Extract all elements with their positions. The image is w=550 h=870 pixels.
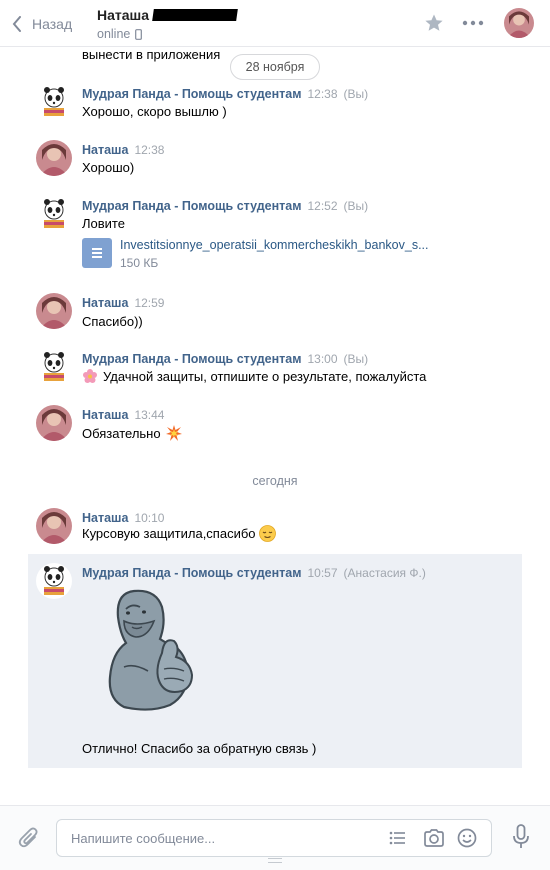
panda-avatar[interactable] [36,84,72,120]
panda-avatar[interactable] [36,196,72,232]
collision-emoji-icon [165,425,182,441]
message-input[interactable]: Напишите сообщение... [56,819,492,857]
message-sender-tag: (Вы) [343,199,369,213]
message-time: 12:38 [134,143,165,157]
camera-icon[interactable] [423,828,445,848]
message-time: 12:38 [307,87,338,101]
file-size: 150 КБ [120,256,159,270]
panda-avatar[interactable] [36,349,72,385]
day-separator: сегодня [252,474,298,488]
star-icon[interactable] [424,13,444,33]
file-attachment[interactable]: Investitsionnye_operatsii_kommercheskikh… [82,238,429,270]
message-author[interactable]: Мудрая Панда - Помощь студентам [82,352,301,366]
message-text: Хорошо) [82,160,135,175]
relieved-face-emoji-icon [258,525,276,542]
message-sender-tag: (Вы) [343,87,369,101]
message-text: Удачной защиты, отпишите о результате, п… [103,368,427,384]
user-avatar[interactable] [36,508,72,544]
message-time: 12:59 [134,296,165,310]
message-text: Спасибо)) [82,314,143,329]
message-sender-tag: (Анастасия Ф.) [343,566,426,580]
back-button[interactable]: Назад [12,12,72,36]
resize-handle[interactable] [268,858,282,863]
message-time: 10:10 [134,511,165,525]
message-time: 12:52 [307,199,338,213]
date-pill[interactable]: 28 ноября [230,54,320,80]
message-author[interactable]: Наташа [82,296,128,310]
message-text: Отлично! Спасибо за обратную связь ) [82,741,317,756]
back-label: Назад [32,16,73,32]
mobile-phone-icon [135,28,143,40]
paperclip-icon[interactable] [18,826,40,850]
message-text: Курсовую защитила,спасибо [82,526,256,541]
more-dots-icon[interactable] [462,13,484,33]
redaction-bar [152,9,238,21]
message-author[interactable]: Мудрая Панда - Помощь студентам [82,199,301,213]
flower-emoji-icon [83,369,97,383]
message-sender-tag: (Вы) [343,352,369,366]
chevron-left-icon [12,16,21,32]
user-avatar[interactable] [36,405,72,441]
peer-avatar[interactable] [504,8,534,38]
user-avatar[interactable] [36,140,72,176]
file-name[interactable]: Investitsionnye_operatsii_kommercheskikh… [120,238,429,252]
message-author[interactable]: Наташа [82,511,128,525]
user-avatar[interactable] [36,293,72,329]
manatee-thumbs-up-sticker [108,589,194,711]
message-text: Ловите [82,216,125,231]
selected-message-highlight [28,554,522,768]
microphone-icon[interactable] [512,824,530,850]
chat-header: Назад Наташа online [0,0,550,47]
message-input-placeholder: Напишите сообщение... [71,831,216,846]
sticker[interactable] [104,587,200,718]
panda-avatar[interactable] [36,563,72,599]
message-author[interactable]: Мудрая Панда - Помощь студентам [82,566,301,580]
message-time: 13:00 [307,352,338,366]
message-time: 13:44 [134,408,165,422]
smile-icon[interactable] [457,828,477,848]
message-author[interactable]: Наташа [82,408,128,422]
message-time: 10:57 [307,566,338,580]
peer-status: online [97,27,131,41]
document-icon [82,238,112,268]
peer-info[interactable]: Наташа online [97,7,238,41]
message-text: вынести в приложения [82,47,221,62]
message-text: Обязательно [82,425,161,441]
message-author[interactable]: Наташа [82,143,128,157]
list-icon[interactable] [389,829,407,847]
peer-name: Наташа [97,7,149,23]
message-text: Хорошо, скоро вышлю ) [82,104,227,119]
message-author[interactable]: Мудрая Панда - Помощь студентам [82,87,301,101]
